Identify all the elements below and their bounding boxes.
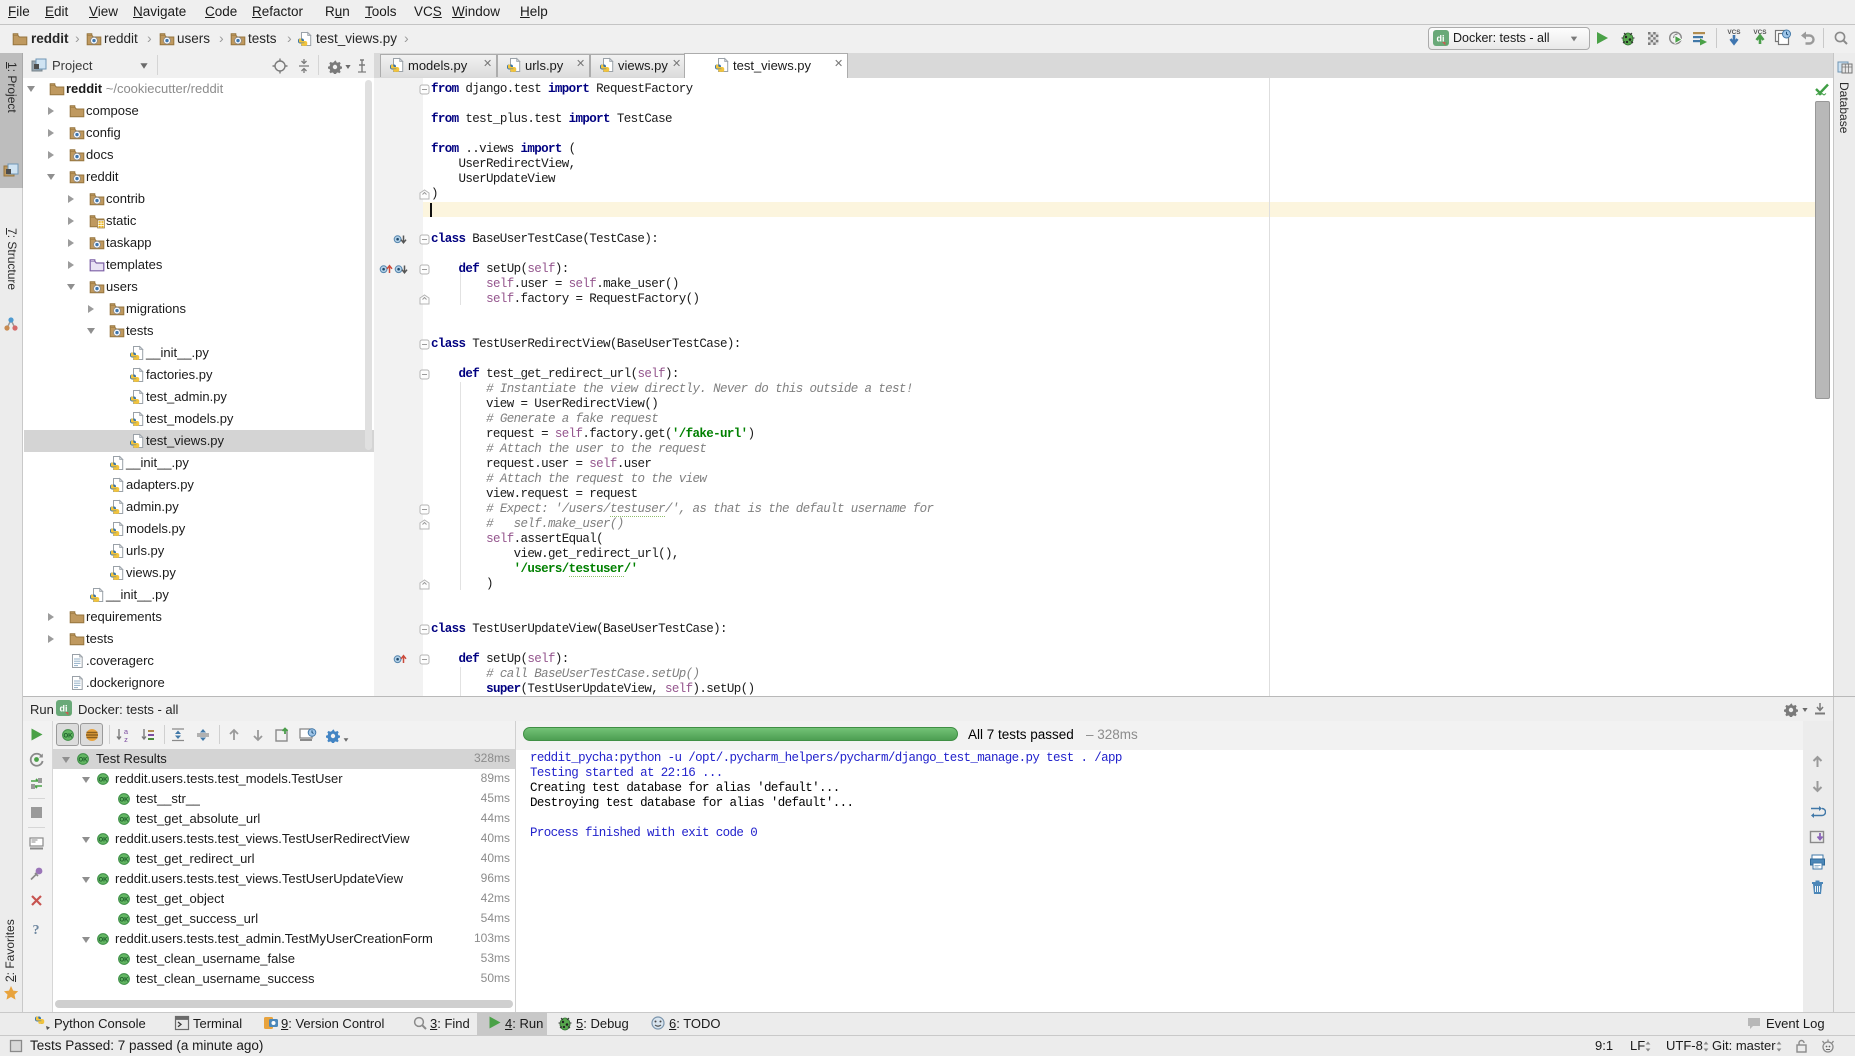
svg-text:VCS: VCS [1727, 29, 1741, 36]
svg-text:OK: OK [120, 857, 130, 863]
svg-text:OK: OK [120, 977, 130, 983]
svg-text:OK: OK [120, 897, 130, 903]
svg-text:OK: OK [120, 917, 130, 923]
svg-text:OK: OK [120, 797, 130, 803]
svg-text:OK: OK [64, 733, 74, 739]
svg-text:z: z [124, 735, 128, 743]
svg-text:OK: OK [120, 957, 130, 963]
svg-text:OK: OK [99, 937, 109, 943]
svg-text:OK: OK [120, 817, 130, 823]
svg-text:OK: OK [99, 837, 109, 843]
svg-text:OK: OK [99, 877, 109, 883]
svg-text:OK: OK [79, 757, 89, 763]
svg-text:OK: OK [99, 777, 109, 783]
svg-text:?: ? [33, 923, 40, 936]
